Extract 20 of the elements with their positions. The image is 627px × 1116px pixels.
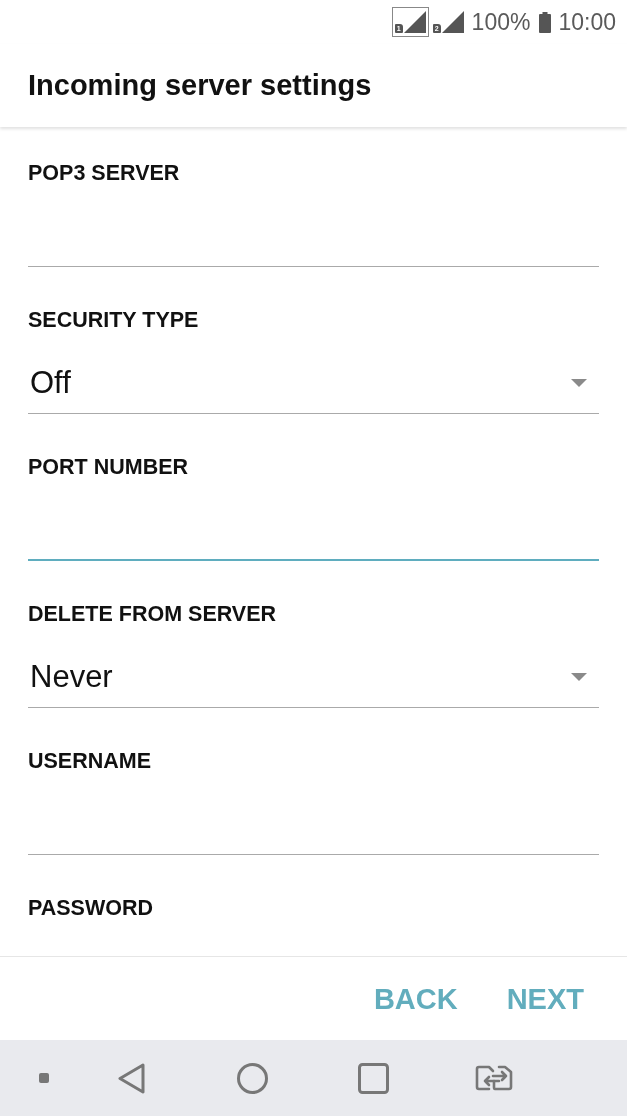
dropdown-field[interactable]: Never (28, 628, 599, 708)
field-label: SECURITY TYPE (28, 307, 199, 334)
back-icon[interactable] (118, 1062, 146, 1094)
field-label: POP3 SERVER (28, 160, 180, 187)
field-label: PASSWORD (28, 895, 154, 922)
field-label: PORT NUMBER (28, 454, 189, 481)
field-label: DELETE FROM SERVER (28, 601, 277, 628)
dropdown-field[interactable]: Off (28, 334, 599, 414)
caret-icon (571, 379, 587, 387)
battery-percent: 100% (471, 9, 531, 35)
caret-icon (571, 673, 587, 681)
recents-icon[interactable] (358, 1062, 389, 1094)
home-icon[interactable] (237, 1062, 268, 1094)
sim-switch-icon[interactable] (475, 1065, 513, 1091)
signal-icon (403, 11, 426, 33)
clock: 10:00 (558, 9, 616, 35)
battery-icon (539, 11, 552, 33)
signal-icon (441, 11, 464, 33)
field-label: USERNAME (28, 748, 152, 775)
screen-title: Incoming server settings (28, 69, 372, 102)
